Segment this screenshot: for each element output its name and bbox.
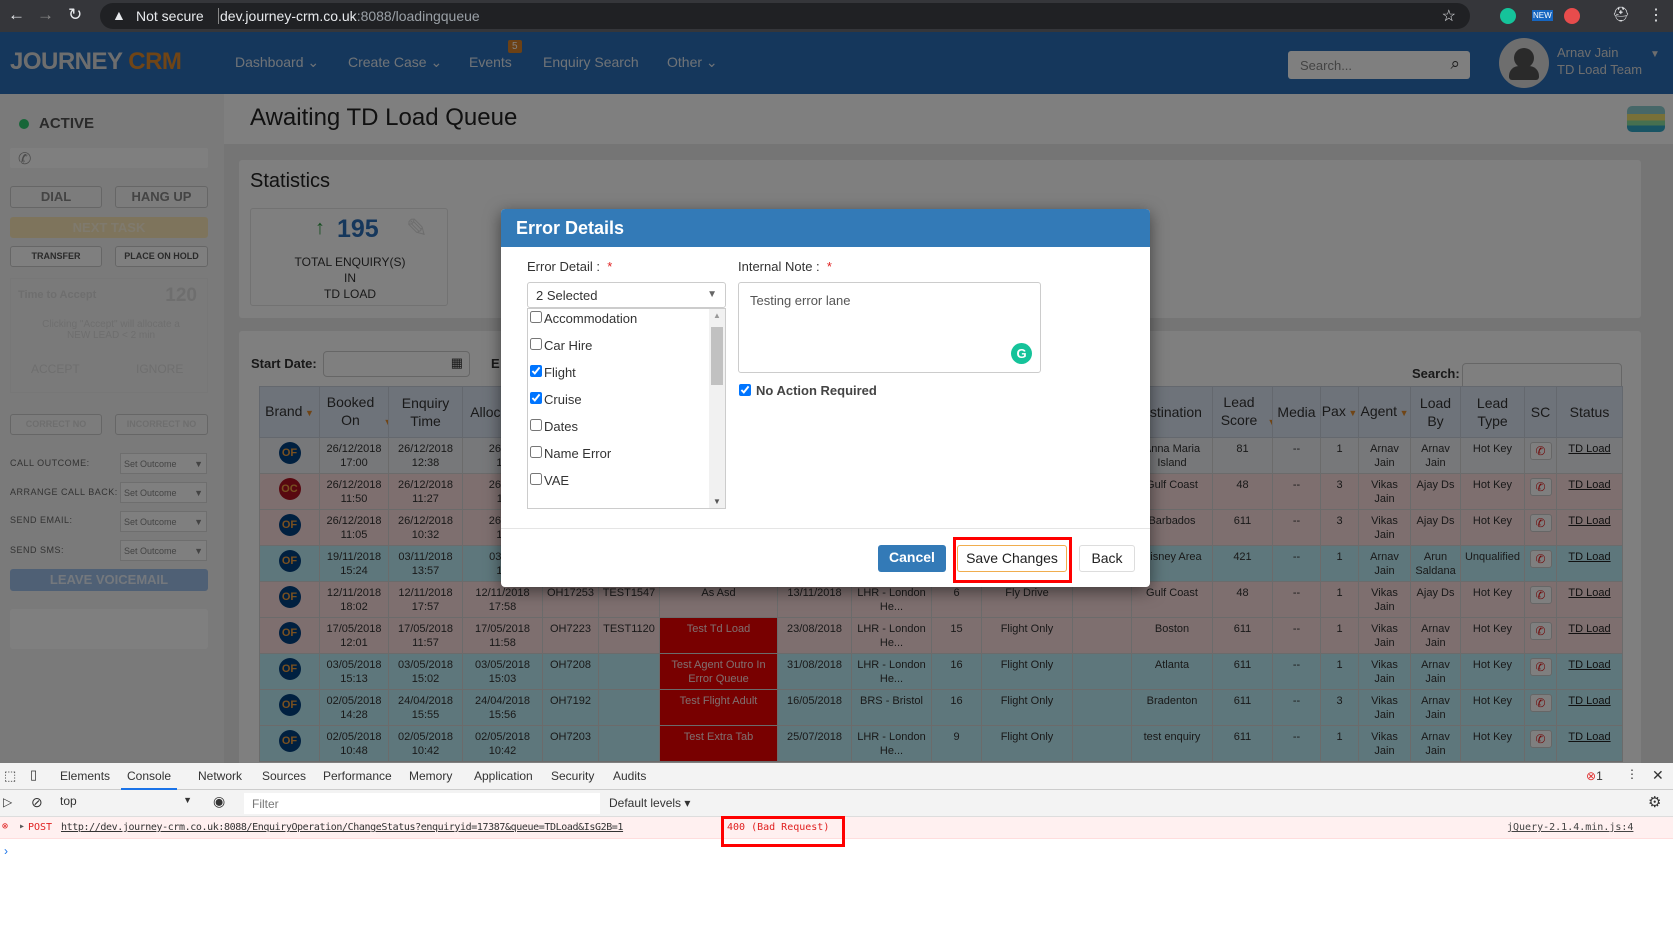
devtools-tab[interactable]: Memory [409,769,452,783]
incognito-icon[interactable]: ⛑ [1612,6,1630,23]
devtools-tabbar: ⬚ ▯ Elements Console Network Sources Perform… [0,763,1673,790]
error-detail-options[interactable]: Accommodation Car Hire Flight Cruise Dates Na… [527,308,726,509]
chevron-down-icon: ▼ [707,289,717,300]
error-option[interactable]: Dates [530,419,705,446]
option-checkbox[interactable] [530,473,542,485]
menu-icon[interactable]: ⋮ [1648,5,1664,25]
cancel-button[interactable]: Cancel [878,545,946,572]
devtools-menu-icon[interactable]: ⋮ [1626,767,1638,781]
grammarly-icon[interactable]: G [1011,343,1032,364]
error-detail-label: Error Detail : * [527,259,613,274]
option-checkbox[interactable] [530,338,542,350]
devtools-panel: ⬚ ▯ Elements Console Network Sources Perform… [0,763,1673,936]
grammarly-extension-icon[interactable] [1500,8,1516,24]
back-button[interactable]: Back [1079,545,1135,572]
error-detail-select[interactable]: 2 Selected ▼ [527,282,726,308]
extension-icon[interactable] [1564,8,1580,24]
devtools-tab[interactable]: Security [551,769,594,783]
option-checkbox[interactable] [530,392,542,404]
modal-title: Error Details [501,209,1150,247]
url-text: dev.journey-crm.co.uk:8088/loadingqueue [220,8,480,24]
expand-icon[interactable]: ▸ [19,821,25,832]
internal-note-label: Internal Note : * [738,259,832,274]
devtools-tab[interactable]: Console [121,769,178,790]
highlight-box [721,816,845,847]
error-count[interactable]: ⊗1 [1586,769,1603,783]
devtools-tab[interactable]: Elements [60,769,110,783]
log-levels-select[interactable]: Default levels ▾ [609,796,690,810]
error-option[interactable]: Car Hire [530,338,705,365]
error-option[interactable]: Flight [530,365,705,392]
option-checkbox[interactable] [530,311,542,323]
browser-toolbar: ← → ↻ ▲ Not secure dev.journey-crm.co.uk… [0,0,1673,32]
forward-icon[interactable]: → [37,5,54,25]
inspect-icon[interactable]: ⬚ [4,768,16,784]
request-url[interactable]: http://dev.journey-crm.co.uk:8088/Enquir… [61,822,623,833]
console-toolbar: ▷ ⊘ top ▼ ◉ Filter Default levels ▾ ⚙ [0,790,1673,817]
error-details-modal: Error Details Error Detail : * Internal … [501,209,1150,587]
error-icon: ⊗ [2,821,9,832]
option-checkbox[interactable] [530,419,542,431]
settings-gear-icon[interactable]: ⚙ [1648,793,1661,811]
highlight-box [953,537,1072,583]
warning-icon: ▲ [112,7,126,23]
devtools-tab[interactable]: Sources [262,769,306,783]
options-scrollbar[interactable]: ▲ ▼ [709,309,725,508]
request-method: POST [28,822,53,833]
option-checkbox[interactable] [530,446,542,458]
error-option[interactable]: Name Error [530,446,705,473]
close-icon[interactable]: ✕ [1652,767,1664,784]
source-link[interactable]: jQuery-2.1.4.min.js:4 [1507,822,1633,833]
reload-icon[interactable]: ↻ [68,5,82,25]
device-toolbar-icon[interactable]: ▯ [30,767,37,783]
star-icon[interactable]: ☆ [1442,6,1456,26]
back-icon[interactable]: ← [8,5,25,25]
devtools-tab[interactable]: Network [198,769,242,783]
context-select[interactable]: top ▼ [60,794,196,813]
internal-note-textarea[interactable]: Testing error lane G [738,282,1041,373]
clear-console-icon[interactable]: ⊘ [31,794,43,811]
console-prompt-icon[interactable]: › [4,844,8,858]
console-filter-input[interactable]: Filter [244,793,600,814]
security-label: Not secure [136,8,204,24]
address-bar[interactable]: ▲ Not secure dev.journey-crm.co.uk:8088/… [100,3,1470,29]
app-page: JOURNEY CRM Dashboard ⌄ Create Case ⌄ Ev… [0,32,1673,763]
error-option[interactable]: VAE [530,473,705,500]
devtools-tab[interactable]: Application [474,769,533,783]
error-option[interactable]: Cruise [530,392,705,419]
devtools-tab[interactable]: Audits [613,769,646,783]
option-checkbox[interactable] [530,365,542,377]
no-action-required-checkbox[interactable]: No Action Required [739,383,877,398]
scrollbar-thumb[interactable] [711,327,723,385]
devtools-tab[interactable]: Performance [323,769,392,783]
eye-icon[interactable]: ◉ [213,793,225,810]
sidebar-toggle-icon[interactable]: ▷ [3,795,12,809]
error-option[interactable]: Accommodation [530,311,705,338]
new-extension-icon[interactable]: NEW [1532,10,1553,21]
